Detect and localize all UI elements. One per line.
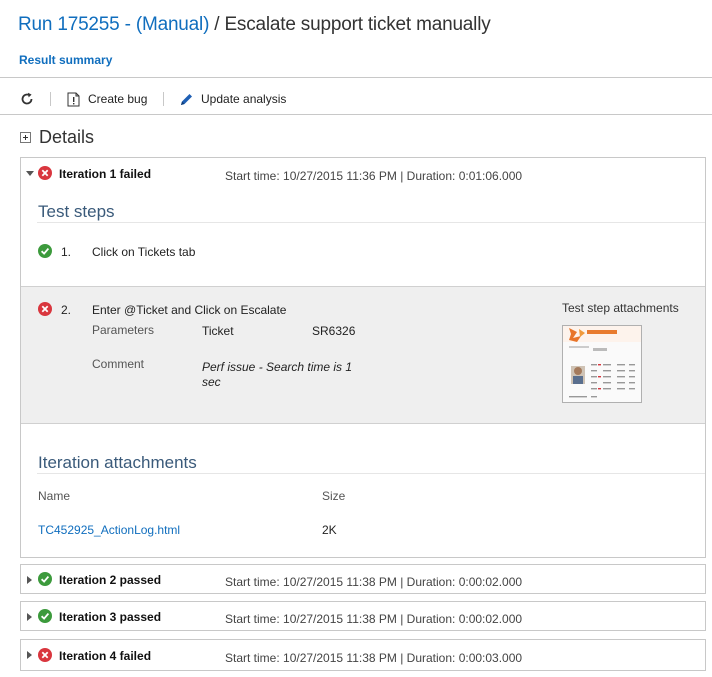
iteration-time: Start time: 10/27/2015 11:36 PM | Durati… [225, 169, 523, 183]
iteration-panel[interactable]: Iteration 3 passed Start time: 10/27/201… [20, 601, 706, 631]
expand-triangle-icon[interactable] [27, 576, 32, 584]
section-divider [37, 222, 705, 223]
title-separator: / [209, 14, 225, 35]
iteration-label: Iteration 2 passed [59, 573, 162, 587]
create-bug-button[interactable]: Create bug [67, 89, 147, 109]
pencil-icon [181, 93, 192, 105]
toolbar-divider [163, 92, 164, 106]
iteration-time: Start time: 10/27/2015 11:38 PM | Durati… [225, 575, 523, 589]
section-divider [37, 473, 705, 474]
iteration-attachments-title: Iteration attachments [38, 453, 197, 472]
iteration-label: Iteration 1 failed [59, 167, 152, 181]
attachment-thumbnail[interactable] [562, 325, 642, 403]
comment-line-1: Perf issue - Search time is 1 [202, 360, 353, 374]
column-header-name[interactable]: Name [38, 489, 70, 503]
toolbar-divider-line [0, 114, 712, 115]
iteration-label: Iteration 4 failed [59, 649, 152, 663]
passed-icon [38, 609, 52, 623]
iteration-header[interactable]: Iteration 1 failed Start time: 10/27/201… [21, 158, 705, 188]
toolbar: Create bug Update analysis [0, 85, 712, 113]
bug-report-icon [67, 92, 80, 106]
page-title: Run 175255 - (Manual) / Escalate support… [18, 14, 491, 36]
step-text: Enter @Ticket and Click on Escalate [92, 303, 287, 317]
iteration-panel[interactable]: Iteration 2 passed Start time: 10/27/201… [20, 564, 706, 594]
expand-triangle-icon[interactable] [27, 651, 32, 659]
tab-result-summary[interactable]: Result summary [19, 53, 112, 67]
comment-line-2: sec [202, 375, 221, 389]
header-divider [0, 77, 712, 78]
step-number: 2. [61, 303, 72, 317]
step-number: 1. [61, 245, 72, 259]
failed-step-row[interactable]: 2. Enter @Ticket and Click on Escalate P… [21, 286, 705, 424]
details-label: Details [39, 127, 95, 147]
column-header-size[interactable]: Size [322, 489, 345, 503]
iteration-time: Start time: 10/27/2015 11:38 PM | Durati… [225, 651, 523, 665]
parameters-label: Parameters [92, 323, 155, 337]
test-steps-title: Test steps [38, 202, 115, 221]
refresh-icon [21, 92, 33, 105]
passed-icon [38, 572, 52, 586]
iteration-time: Start time: 10/27/2015 11:38 PM | Durati… [225, 612, 523, 626]
run-link[interactable]: Run 175255 - (Manual) [18, 14, 209, 35]
iteration-label: Iteration 3 passed [59, 610, 162, 624]
step-text: Click on Tickets tab [92, 245, 196, 259]
expand-triangle-icon[interactable] [27, 613, 32, 621]
test-case-title: Escalate support ticket manually [224, 14, 491, 35]
update-analysis-label: Update analysis [201, 92, 287, 106]
passed-icon [38, 244, 52, 258]
toolbar-divider [50, 92, 51, 106]
attachment-size: 2K [322, 523, 337, 537]
failed-icon [38, 302, 52, 316]
screenshot-thumbnail-image [563, 326, 641, 402]
iteration-panel: Iteration 1 failed Start time: 10/27/201… [20, 157, 706, 558]
step-attachments-label: Test step attachments [562, 301, 679, 315]
failed-icon [38, 166, 52, 180]
parameter-value: SR6326 [312, 324, 356, 338]
attachment-link[interactable]: TC452925_ActionLog.html [38, 523, 180, 537]
update-analysis-button[interactable]: Update analysis [179, 89, 286, 109]
expand-all-icon[interactable] [20, 132, 31, 143]
iteration-panel[interactable]: Iteration 4 failed Start time: 10/27/201… [20, 639, 706, 671]
comment-label: Comment [92, 357, 145, 371]
parameter-name: Ticket [202, 324, 234, 338]
failed-icon [38, 648, 52, 662]
create-bug-label: Create bug [88, 92, 148, 106]
collapse-triangle-icon[interactable] [26, 171, 34, 176]
refresh-button[interactable] [20, 89, 34, 109]
details-header[interactable]: Details [20, 127, 94, 148]
